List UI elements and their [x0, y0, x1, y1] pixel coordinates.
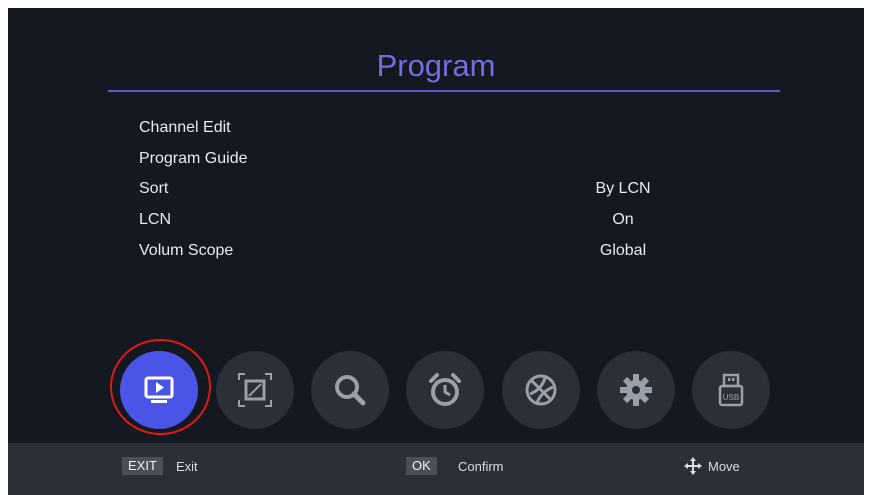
menu-item-label: Volum Scope: [139, 242, 234, 259]
exit-key: EXIT: [122, 457, 163, 475]
ok-key: OK: [406, 457, 437, 475]
timer-button[interactable]: [406, 351, 484, 429]
menu-item-label: Channel Edit: [139, 119, 231, 136]
selection-highlight-ring: [110, 339, 211, 435]
menu-item-value: Global: [599, 242, 647, 259]
menu-item-value: On: [612, 211, 634, 228]
move-arrows-icon: [684, 457, 702, 475]
settings-button[interactable]: [597, 351, 675, 429]
menu-item-channel-edit[interactable]: Channel Edit: [8, 116, 864, 140]
menu-item-label: Program Guide: [139, 150, 248, 167]
menu-item-label: LCN: [139, 211, 172, 228]
network-button[interactable]: [502, 351, 580, 429]
gear-icon: [620, 374, 652, 406]
tv-screen: Program Channel Edit Program Guide Sort …: [8, 8, 864, 495]
confirm-hint: Confirm: [458, 459, 504, 474]
page-title: Program: [376, 48, 496, 83]
title-divider: [108, 90, 780, 92]
search-icon: [335, 375, 366, 406]
exit-hint: Exit: [176, 459, 198, 474]
picture-button[interactable]: [216, 351, 294, 429]
menu-item-sort[interactable]: Sort By LCN: [8, 177, 864, 201]
network-ball-icon: [525, 374, 557, 406]
menu-item-lcn[interactable]: LCN On: [8, 208, 864, 232]
usb-icon: USB: [718, 373, 744, 407]
usb-label: USB: [723, 393, 739, 402]
search-button[interactable]: [311, 351, 389, 429]
menu-item-value: By LCN: [595, 180, 651, 197]
alarm-clock-icon: [429, 373, 461, 406]
menu-item-volum-scope[interactable]: Volum Scope Global: [8, 239, 864, 263]
picture-icon: [238, 373, 272, 407]
move-hint: Move: [708, 459, 740, 474]
menu-item-program-guide[interactable]: Program Guide: [8, 147, 864, 171]
usb-button[interactable]: USB: [692, 351, 770, 429]
menu-item-label: Sort: [139, 180, 169, 197]
